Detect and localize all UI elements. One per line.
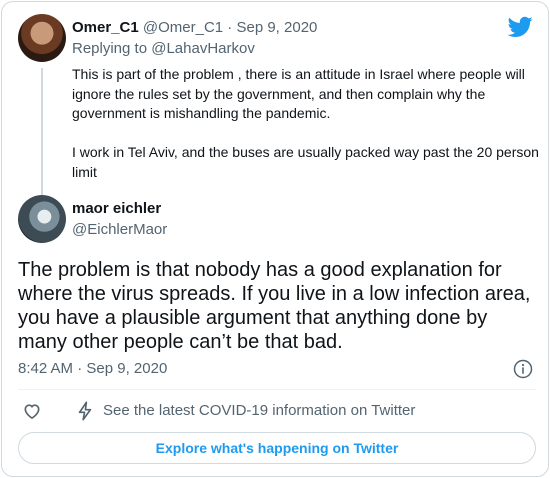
replying-to: Replying to @LahavHarkov — [72, 39, 255, 59]
tweet-timestamp[interactable]: 8:42 AM · Sep 9, 2020 — [18, 359, 167, 379]
avatar[interactable] — [18, 14, 66, 62]
covid-info-link[interactable]: See the latest COVID-19 information on T… — [103, 401, 415, 421]
tweet-paragraph: This is part of the problem , there is a… — [72, 66, 525, 121]
replying-to-label: Replying to — [72, 40, 148, 57]
display-name[interactable]: maor eichler — [72, 199, 161, 219]
thread-line — [41, 68, 43, 200]
tweet-paragraph: I work in Tel Aviv, and the buses are us… — [72, 144, 539, 180]
explore-button[interactable]: Explore what's happening on Twitter — [18, 432, 536, 464]
info-icon[interactable] — [513, 359, 533, 379]
divider — [18, 389, 536, 390]
handle[interactable]: @EichlerMaor — [72, 220, 167, 240]
embedded-tweet-card: Omer_C1 @Omer_C1 · Sep 9, 2020 Replying … — [1, 1, 549, 477]
twitter-bird-icon[interactable] — [508, 16, 533, 38]
tweet-actions: See the latest COVID-19 information on T… — [18, 400, 536, 422]
display-name[interactable]: Omer_C1 — [72, 19, 139, 36]
heart-icon[interactable] — [22, 401, 42, 421]
tweet-date: Sep 9, 2020 — [86, 360, 168, 377]
lightning-bolt-icon — [78, 401, 92, 421]
parent-tweet-header: Omer_C1 @Omer_C1 · Sep 9, 2020 — [72, 18, 317, 38]
replying-to-handle[interactable]: @LahavHarkov — [151, 40, 255, 57]
separator: · — [77, 360, 83, 377]
separator: · — [227, 19, 233, 36]
tweet-date[interactable]: Sep 9, 2020 — [236, 19, 317, 36]
tweet-time: 8:42 AM — [18, 360, 74, 377]
handle[interactable]: @Omer_C1 — [143, 19, 223, 36]
avatar[interactable] — [18, 195, 66, 243]
display-name-text: maor eichler — [72, 200, 162, 217]
parent-tweet-text: This is part of the problem , there is a… — [72, 65, 542, 182]
tweet-text: The problem is that nobody has a good ex… — [18, 259, 531, 353]
